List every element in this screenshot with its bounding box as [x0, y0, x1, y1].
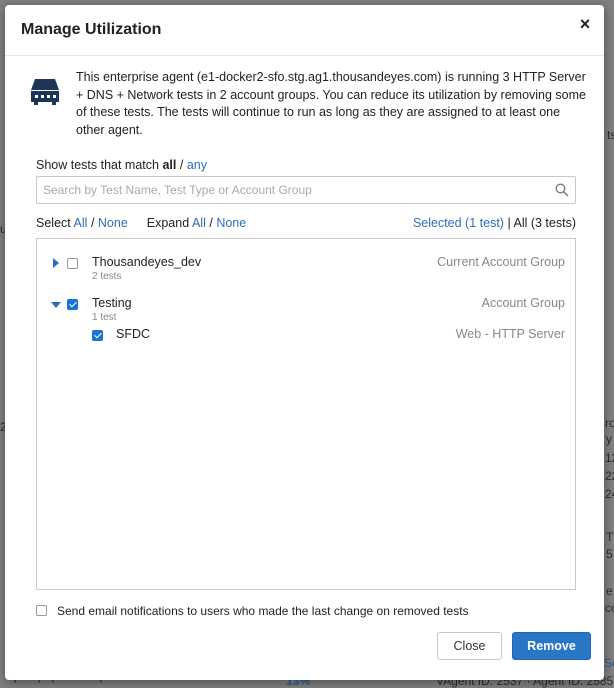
group-name: Testing: [92, 296, 132, 310]
group-test-count: 2 tests: [92, 271, 122, 282]
group-test-count: 1 test: [92, 312, 117, 323]
bg-fragment: 12: [605, 451, 614, 465]
group-name: Thousandeyes_dev: [92, 255, 202, 269]
group-checkbox[interactable]: [67, 258, 78, 269]
expand-label: Expand: [146, 216, 190, 230]
bg-fragment: ro: [605, 416, 614, 430]
all-tests-option[interactable]: All (3 tests): [513, 216, 576, 230]
dialog-header: Manage Utilization ×: [5, 5, 604, 56]
match-all-option[interactable]: all: [162, 158, 176, 172]
notify-label: Send email notifications to users who ma…: [57, 604, 469, 618]
filter-separator: |: [507, 216, 511, 230]
bg-fragment: 22: [605, 469, 614, 483]
bg-fragment: T: [606, 530, 614, 544]
notify-checkbox[interactable]: [36, 605, 47, 616]
view-filter: Selected (1 test) | All (3 tests): [413, 216, 576, 230]
selected-tests-link[interactable]: Selected (1 test): [413, 216, 504, 230]
match-prefix: Show tests that match: [36, 158, 159, 172]
group-checkbox[interactable]: [67, 299, 78, 310]
expand-separator: /: [209, 216, 213, 230]
select-all-link[interactable]: All: [74, 216, 88, 230]
close-icon[interactable]: ×: [576, 15, 594, 33]
manage-utilization-dialog: Manage Utilization × This enterprise age…: [5, 5, 604, 680]
expand-none-link[interactable]: None: [216, 216, 246, 230]
bg-fragment: 5: [606, 547, 613, 561]
bg-fragment: co: [605, 601, 614, 615]
expand-all-link[interactable]: All: [192, 216, 206, 230]
select-label: Select: [36, 216, 71, 230]
bg-fragment: 24: [605, 487, 614, 501]
list-item: Thousandeyes_dev 2 tests Current Account…: [37, 255, 575, 282]
search-icon[interactable]: [555, 183, 569, 197]
search-box: [36, 176, 576, 204]
search-input[interactable]: [37, 177, 559, 203]
test-name: SFDC: [116, 327, 151, 341]
list-controls: Select All / None Expand All / None Sele…: [36, 216, 576, 232]
bg-fragment: y: [606, 432, 612, 446]
caret-right-icon[interactable]: [51, 258, 61, 268]
intro-text: This enterprise agent (e1-docker2-sfo.st…: [76, 70, 586, 137]
match-any-link[interactable]: any: [187, 158, 207, 172]
bg-fragment: ts: [607, 128, 614, 142]
select-separator: /: [90, 216, 95, 230]
select-none-link[interactable]: None: [98, 216, 128, 230]
bg-fragment: e: [606, 584, 613, 598]
group-type: Account Group: [481, 296, 565, 310]
test-checkbox[interactable]: [92, 330, 103, 341]
group-type: Current Account Group: [437, 255, 565, 269]
select-expand-controls: Select All / None Expand All / None: [36, 216, 246, 230]
close-button[interactable]: Close: [437, 632, 502, 660]
caret-down-icon[interactable]: [51, 300, 61, 310]
match-filter: Show tests that match all / any: [36, 158, 207, 172]
list-item: Testing 1 test Account Group: [37, 296, 575, 323]
test-type: Web - HTTP Server: [455, 327, 565, 341]
dialog-title: Manage Utilization: [21, 21, 162, 38]
tests-list: Thousandeyes_dev 2 tests Current Account…: [36, 238, 576, 590]
remove-button[interactable]: Remove: [512, 632, 591, 660]
list-item: SFDC Web - HTTP Server: [37, 327, 575, 345]
server-icon: [31, 79, 59, 105]
bg-link[interactable]: Se: [604, 656, 614, 670]
match-separator: /: [179, 158, 184, 172]
